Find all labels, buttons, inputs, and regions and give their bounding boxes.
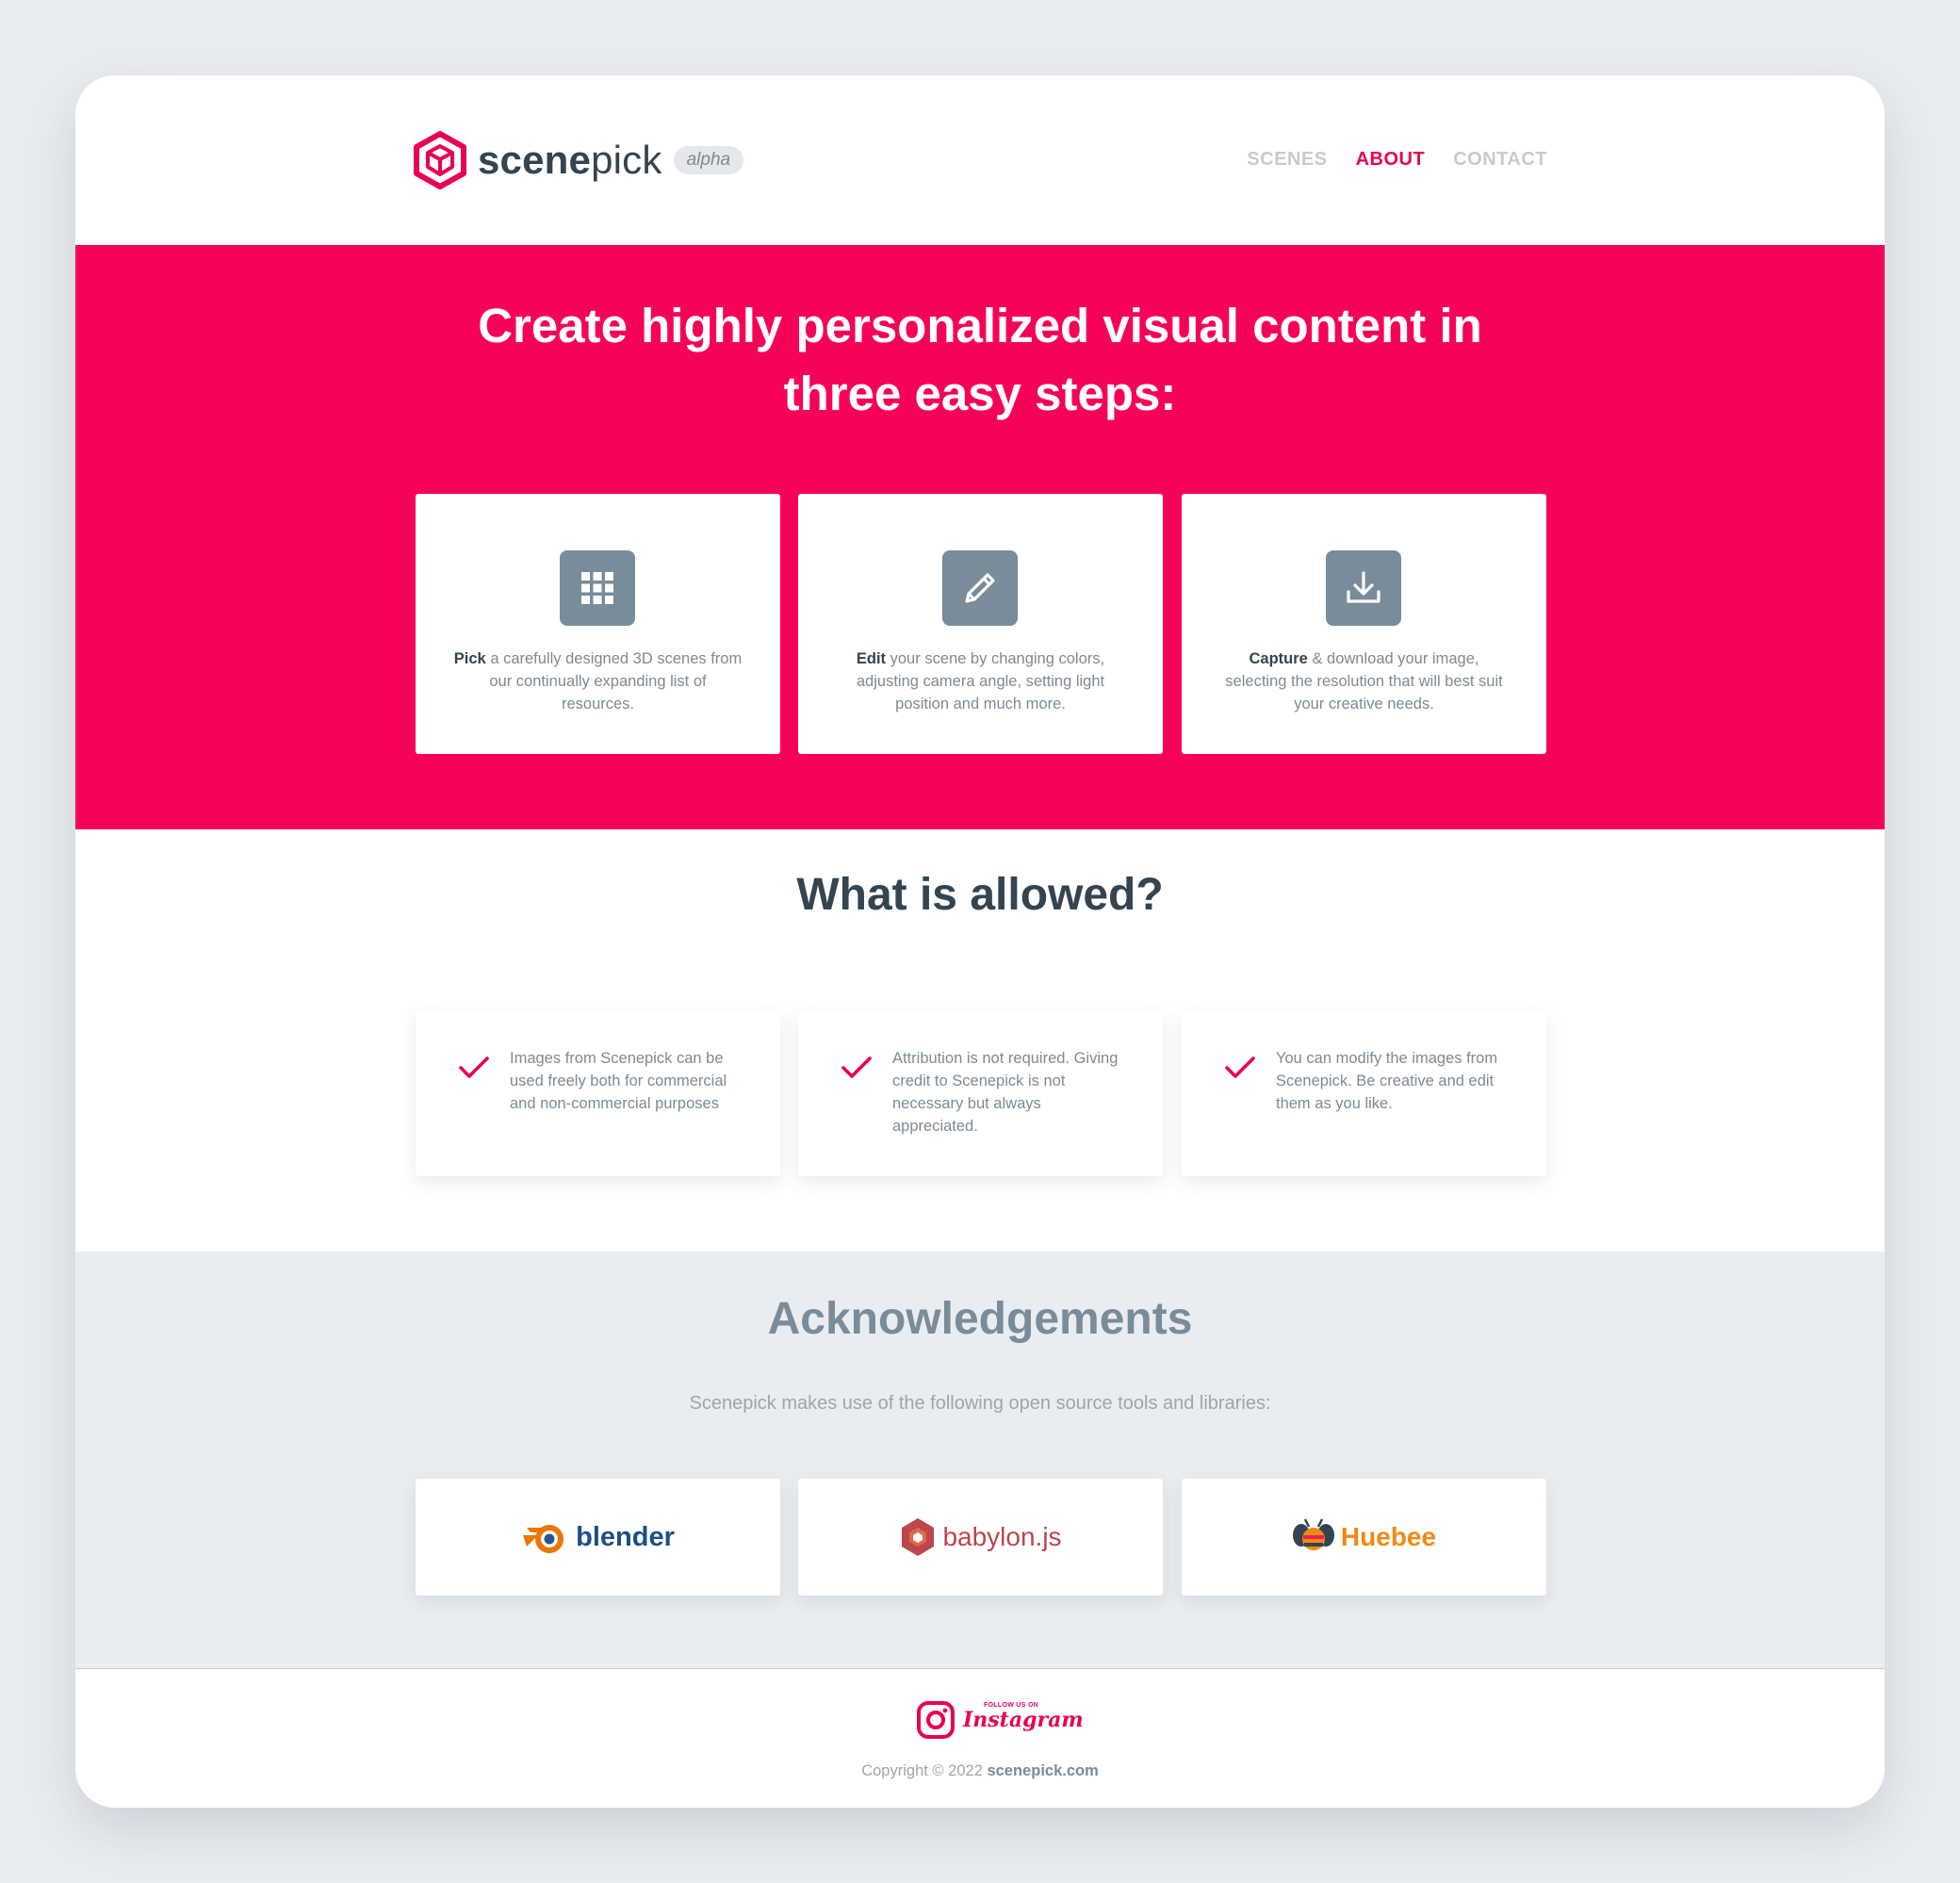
acknowledgements-subtitle: Scenepick makes use of the following ope… (689, 1393, 1271, 1414)
allowed-text: Images from Scenepick can be used freely… (510, 1050, 727, 1112)
library-card-babylon[interactable]: babylon.js (798, 1479, 1163, 1596)
alpha-badge: alpha (673, 145, 744, 175)
library-card-blender[interactable]: blender (416, 1479, 780, 1596)
allowed-card: Attribution is not required. Giving cred… (798, 1011, 1163, 1176)
brand-name: scenepick (478, 138, 662, 182)
allowed-text: Attribution is not required. Giving cred… (892, 1050, 1119, 1135)
hero-section: Create highly personalized visual conten… (75, 245, 1885, 829)
allowed-card: You can modify the images from Scenepick… (1182, 1011, 1546, 1176)
cube-logo-icon (414, 131, 466, 189)
step-text: Capture & download your image, selecting… (1225, 650, 1503, 712)
step-card-pick: Pick a carefully designed 3D scenes from… (416, 494, 780, 754)
check-icon (1225, 1056, 1255, 1078)
library-name: blender (576, 1521, 675, 1552)
check-icon (459, 1056, 489, 1078)
nav-scenes[interactable]: SCENES (1247, 149, 1327, 171)
allowed-text: You can modify the images from Scenepick… (1276, 1050, 1498, 1112)
main-nav: SCENES ABOUT CONTACT (1247, 149, 1547, 171)
library-name: Huebee (1340, 1522, 1437, 1551)
library-name: babylon.js (942, 1522, 1062, 1551)
instagram-wordmark: Instagram (963, 1708, 1084, 1732)
grid-icon (560, 550, 635, 626)
site-link[interactable]: scenepick.com (987, 1762, 1098, 1779)
instagram-icon (917, 1701, 955, 1739)
step-card-capture: Capture & download your image, selecting… (1182, 494, 1546, 754)
hero-title: Create highly personalized visual conten… (478, 299, 1482, 420)
copyright: Copyright © 2022 scenepick.com (861, 1762, 1099, 1779)
allowed-title: What is allowed? (796, 870, 1164, 920)
bee-logo-icon (1292, 1518, 1334, 1550)
logo[interactable]: scenepick alpha (414, 129, 744, 191)
header: scenepick alpha SCENES ABOUT CONTACT (75, 75, 1885, 245)
allowed-card: Images from Scenepick can be used freely… (416, 1011, 780, 1176)
step-text: Pick a carefully designed 3D scenes from… (453, 650, 743, 712)
pencil-icon (942, 550, 1018, 626)
nav-contact[interactable]: CONTACT (1453, 149, 1547, 171)
blender-logo-icon (523, 1525, 564, 1553)
library-card-huebee[interactable]: Huebee (1182, 1479, 1546, 1596)
instagram-link[interactable]: FOLLOW US ON Instagram (916, 1700, 1084, 1740)
acknowledgements-title: Acknowledgements (767, 1294, 1193, 1344)
step-text: Edit your scene by changing colors, adju… (856, 650, 1105, 712)
follow-us-label: FOLLOW US ON (984, 1702, 1039, 1709)
acknowledgements-section: Acknowledgements Scenepick makes use of … (75, 1252, 1885, 1669)
footer: FOLLOW US ON Instagram Copyright © 2022 … (75, 1670, 1885, 1808)
step-card-edit: Edit your scene by changing colors, adju… (798, 494, 1163, 754)
page-frame: scenepick alpha SCENES ABOUT CONTACT Cre… (75, 75, 1885, 1808)
check-icon (841, 1056, 872, 1078)
babylon-logo-icon (902, 1518, 935, 1556)
nav-about[interactable]: ABOUT (1356, 149, 1426, 171)
download-icon (1326, 550, 1401, 626)
